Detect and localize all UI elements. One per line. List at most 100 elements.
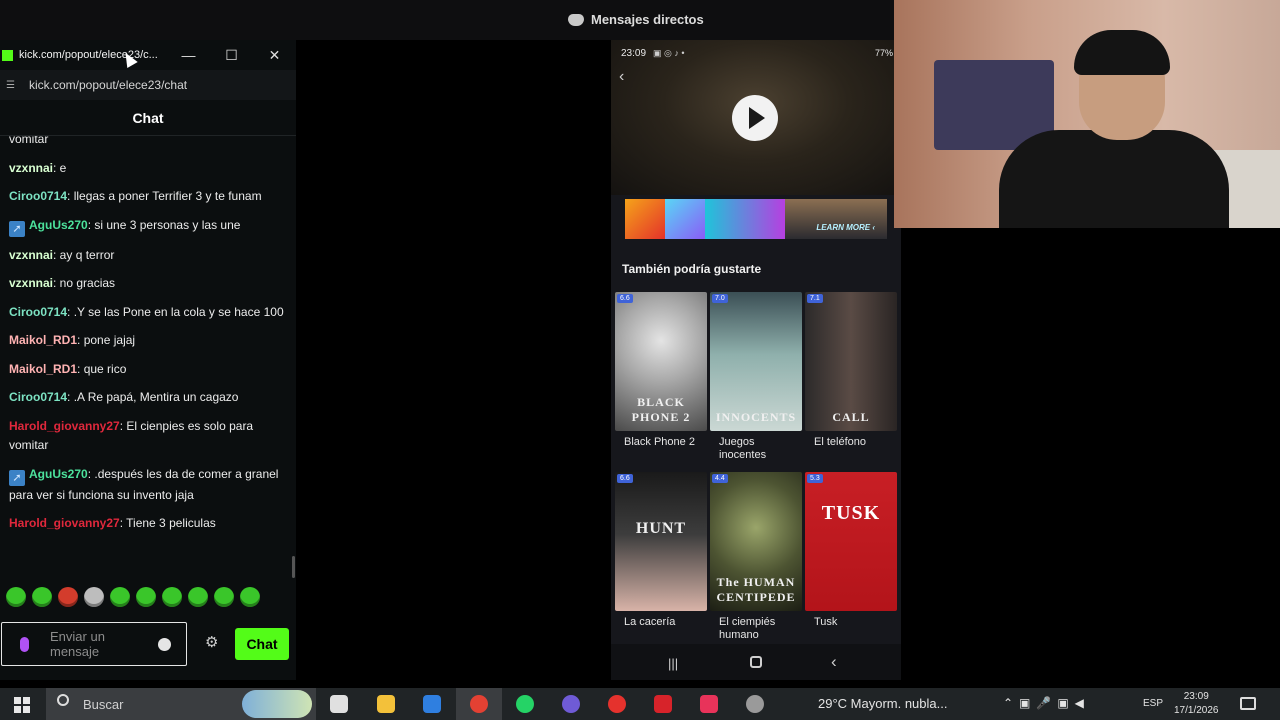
address-url: kick.com/popout/elece23/chat <box>29 78 188 92</box>
kick-logo-icon <box>2 49 13 61</box>
movie-card[interactable]: 4.4 The HUMAN CENTIPEDE El ciempiés huma… <box>710 472 802 642</box>
microphone-icon[interactable] <box>20 637 29 652</box>
emote-icon[interactable] <box>240 587 260 607</box>
emote-icon[interactable] <box>32 587 52 607</box>
emote-icon[interactable] <box>188 587 208 607</box>
poster-text: The HUMAN CENTIPEDE <box>716 575 796 604</box>
gear-icon[interactable]: ⚙ <box>205 633 218 651</box>
chat-username[interactable]: vzxnnai <box>9 248 53 262</box>
webcam-feed <box>894 0 1280 228</box>
chat-message: Maikol_RD1: pone jajaj <box>9 331 287 351</box>
chat-text: : no gracias <box>53 276 116 290</box>
emoji-picker-icon[interactable] <box>158 638 171 651</box>
chat-scrollbar[interactable] <box>292 556 295 578</box>
discord-titlebar: Mensajes directos <box>0 0 894 40</box>
chat-text: : Tiene 3 peliculas <box>119 516 216 530</box>
taskbar-clock[interactable]: 23:09 17/1/2026 <box>1174 690 1219 718</box>
ad-image: LEARN MORE ‹ <box>785 199 887 239</box>
weather-widget[interactable]: 29°C Mayorm. nubla... <box>818 696 947 711</box>
chat-username[interactable]: Maikol_RD1 <box>9 333 77 347</box>
chat-username[interactable]: AguUs270 <box>29 467 88 481</box>
windows-start-icon[interactable] <box>14 697 30 713</box>
back-arrow-icon[interactable]: ‹ <box>619 68 624 86</box>
emote-icon[interactable] <box>6 587 26 607</box>
chat-header: Chat <box>0 100 296 136</box>
rating-badge: 6.6 <box>617 294 633 303</box>
address-bar[interactable]: ☰ kick.com/popout/elece23/chat <box>0 70 296 100</box>
chat-message: ➚ AguUs270: si une 3 personas y las une <box>9 216 287 237</box>
movie-poster[interactable]: 7.1 CALL <box>805 292 897 431</box>
emote-icon[interactable] <box>84 587 104 607</box>
tiktok-icon[interactable] <box>700 695 718 713</box>
emote-icon[interactable] <box>136 587 156 607</box>
chat-username[interactable]: Ciroo0714 <box>9 305 67 319</box>
send-chat-button[interactable]: Chat <box>235 628 289 660</box>
file-explorer-icon[interactable] <box>377 695 395 713</box>
chat-username[interactable]: Harold_giovanny27 <box>9 516 120 530</box>
movie-poster[interactable]: 6.6 BLACK PHONE 2 <box>615 292 707 431</box>
back-icon[interactable]: ‹ <box>831 652 837 672</box>
chrome-icon[interactable] <box>470 695 488 713</box>
status-icons: ▣ ◎ ♪ • <box>653 48 685 58</box>
chat-username[interactable]: vzxnnai <box>9 161 53 175</box>
movie-poster[interactable]: 6.6 HUNT <box>615 472 707 611</box>
media-player-icon[interactable] <box>608 695 626 713</box>
chat-username[interactable]: Ciroo0714 <box>9 189 67 203</box>
chat-text: : pone jajaj <box>77 333 136 347</box>
subscriber-badge-icon: ➚ <box>9 220 25 237</box>
rating-badge: 6.6 <box>617 474 633 483</box>
emote-icon[interactable] <box>162 587 182 607</box>
notifications-icon[interactable] <box>1240 697 1256 710</box>
window-titlebar[interactable]: kick.com/popout/elece23/c... — ☐ ✕ <box>0 40 296 70</box>
movie-title: El teléfono <box>814 436 866 448</box>
ad-cta[interactable]: LEARN MORE ‹ <box>816 223 875 232</box>
maximize-button[interactable]: ☐ <box>210 47 253 64</box>
chat-username[interactable]: Harold_giovanny27 <box>9 419 120 433</box>
close-button[interactable]: ✕ <box>253 47 296 64</box>
chat-username[interactable]: Ciroo0714 <box>9 390 67 404</box>
store-icon[interactable] <box>423 695 441 713</box>
language-indicator[interactable]: ESP <box>1143 698 1163 709</box>
search-placeholder: Buscar <box>83 697 124 712</box>
recent-apps-icon[interactable]: ||| <box>668 656 678 671</box>
tf-app-icon[interactable] <box>654 695 672 713</box>
chat-message: Ciroo0714: .Y se las Pone en la cola y s… <box>9 303 287 323</box>
emote-icon[interactable] <box>214 587 234 607</box>
movie-poster[interactable]: 7.0 INNOCENTS <box>710 292 802 431</box>
chat-text: : si une 3 personas y las une <box>87 217 241 232</box>
emote-icon[interactable] <box>110 587 130 607</box>
movie-card[interactable]: 7.0 INNOCENTS Juegos inocentes <box>710 292 802 462</box>
chat-username[interactable]: Maikol_RD1 <box>9 362 77 376</box>
emote-icon[interactable] <box>58 587 78 607</box>
discord-icon <box>568 13 584 26</box>
chat-message: ➚ AguUs270: .después les da de comer a gr… <box>9 465 287 506</box>
chat-text: : e <box>53 160 67 175</box>
ad-banner[interactable]: LEARN MORE ‹ <box>625 199 887 239</box>
obs-icon[interactable] <box>746 695 764 713</box>
chat-message-input[interactable]: Enviar un mensaje <box>1 622 187 666</box>
rating-badge: 7.1 <box>807 294 823 303</box>
clock-time: 23:09 <box>1183 691 1209 702</box>
home-icon[interactable] <box>750 656 762 668</box>
chat-message-list[interactable]: vomitar vzxnnai: e Ciroo0714: llegas a pon… <box>0 136 296 582</box>
poster-text: CALL <box>832 410 870 424</box>
play-button[interactable] <box>732 95 778 141</box>
chat-username[interactable]: vzxnnai <box>9 276 53 290</box>
taskbar-search[interactable]: Buscar <box>46 688 316 720</box>
discord-taskbar-icon[interactable] <box>562 695 580 713</box>
minimize-button[interactable]: — <box>167 47 210 63</box>
chat-username[interactable]: AguUs270 <box>29 218 88 232</box>
whatsapp-icon[interactable] <box>516 695 534 713</box>
movie-poster[interactable]: 5.3 TUSK <box>805 472 897 611</box>
movie-card[interactable]: 7.1 CALL El teléfono <box>805 292 897 449</box>
movie-poster[interactable]: 4.4 The HUMAN CENTIPEDE <box>710 472 802 611</box>
chat-message: vomitar <box>9 136 287 150</box>
movie-card[interactable]: 6.6 HUNT La cacería <box>615 472 707 629</box>
chat-message: Harold_giovanny27: El cienpies es solo p… <box>9 417 287 456</box>
movie-card[interactable]: 6.6 BLACK PHONE 2 Black Phone 2 <box>615 292 707 449</box>
system-tray-icons[interactable]: ⌃▣🎤▣◀ <box>1003 696 1090 710</box>
task-view-icon[interactable] <box>330 695 348 713</box>
site-settings-icon[interactable]: ☰ <box>6 80 18 91</box>
movie-title: El ciempiés humano <box>719 616 776 641</box>
movie-card[interactable]: 5.3 TUSK Tusk <box>805 472 897 629</box>
